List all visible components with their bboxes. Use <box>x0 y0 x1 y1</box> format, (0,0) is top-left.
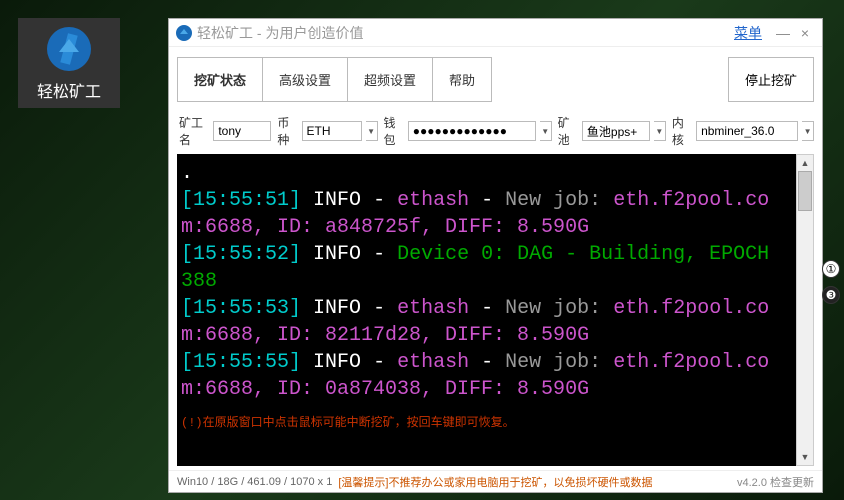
side-badge-2[interactable]: ❸ <box>822 286 840 304</box>
kernel-dropdown-icon[interactable]: ▼ <box>802 121 814 141</box>
config-row: 矿工名 币种 ▼ 钱包 ▼ 矿池 ▼ 内核 ▼ <box>169 110 822 154</box>
version-check-update[interactable]: v4.2.0 检查更新 <box>737 474 814 490</box>
close-button[interactable]: × <box>794 25 816 41</box>
pool-label: 矿池 <box>558 114 578 148</box>
stop-mining-button[interactable]: 停止挖矿 <box>728 57 814 102</box>
menu-button[interactable]: 菜单 <box>734 23 762 43</box>
kernel-select[interactable] <box>696 121 798 141</box>
worker-input[interactable] <box>213 121 271 141</box>
wallet-input[interactable] <box>408 121 536 141</box>
scroll-thumb[interactable] <box>798 171 812 211</box>
pool-select[interactable] <box>582 121 650 141</box>
minimize-button[interactable]: — <box>772 25 794 41</box>
coin-select[interactable] <box>302 121 362 141</box>
desktop-shortcut[interactable]: 轻松矿工 <box>18 18 120 108</box>
coin-dropdown-icon[interactable]: ▼ <box>366 121 378 141</box>
tab-help[interactable]: 帮助 <box>432 57 492 102</box>
side-badges: ① ❸ <box>822 260 840 304</box>
status-tip: [温馨提示]不推荐办公或家用电脑用于挖矿，以免损坏硬件或数据 <box>338 474 652 490</box>
worker-label: 矿工名 <box>179 114 209 148</box>
kernel-label: 内核 <box>672 114 692 148</box>
system-info: Win10 / 18G / 461.09 / 1070 x 1 <box>177 476 332 488</box>
statusbar: Win10 / 18G / 461.09 / 1070 x 1 [温馨提示]不推… <box>169 470 822 492</box>
titlebar: 轻松矿工 - 为用户创造价值 菜单 — × <box>169 19 822 47</box>
console-area: .[15:55:51] INFO - ethash - New job: eth… <box>177 154 814 466</box>
wallet-dropdown-icon[interactable]: ▼ <box>540 121 552 141</box>
side-badge-1[interactable]: ① <box>822 260 840 278</box>
toolbar: 挖矿状态 高级设置 超频设置 帮助 停止挖矿 <box>169 47 822 110</box>
tab-overclock-settings[interactable]: 超频设置 <box>347 57 433 102</box>
desktop-shortcut-label: 轻松矿工 <box>37 78 101 102</box>
wallet-label: 钱包 <box>384 114 404 148</box>
tab-advanced-settings[interactable]: 高级设置 <box>262 57 348 102</box>
scroll-track[interactable] <box>797 171 813 449</box>
scroll-down-icon[interactable]: ▼ <box>797 449 813 465</box>
console-scrollbar[interactable]: ▲ ▼ <box>796 154 814 466</box>
pool-dropdown-icon[interactable]: ▼ <box>654 121 666 141</box>
scroll-up-icon[interactable]: ▲ <box>797 155 813 171</box>
tab-mining-status[interactable]: 挖矿状态 <box>177 57 263 102</box>
app-window: 轻松矿工 - 为用户创造价值 菜单 — × 挖矿状态 高级设置 超频设置 帮助 … <box>168 18 823 493</box>
coin-label: 币种 <box>277 114 297 148</box>
window-title: 轻松矿工 - 为用户创造价值 <box>197 23 734 43</box>
app-logo-icon <box>44 24 94 74</box>
titlebar-app-icon <box>175 24 193 42</box>
console-output: .[15:55:51] INFO - ethash - New job: eth… <box>177 154 796 466</box>
